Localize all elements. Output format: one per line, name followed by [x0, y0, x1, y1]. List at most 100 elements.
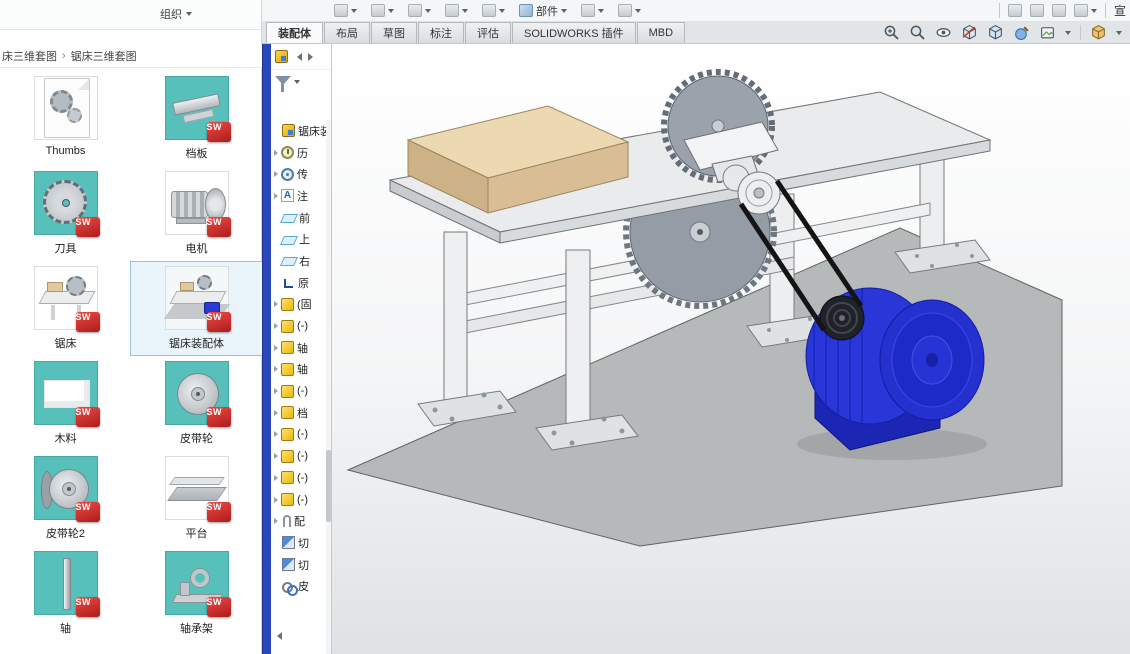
search-menu-label[interactable]: 宣 [1114, 2, 1126, 19]
toolbar-button[interactable] [482, 4, 505, 17]
toolbar-button[interactable] [334, 4, 357, 17]
expand-arrow-icon[interactable] [274, 171, 278, 177]
file-item-pingtai[interactable]: SW 平台 [131, 452, 262, 545]
expand-arrow-icon[interactable] [274, 323, 278, 329]
tree-item-belt[interactable]: 皮 [271, 575, 331, 597]
expand-arrow-icon[interactable] [274, 518, 278, 524]
file-item-muliao[interactable]: SW 木料 [0, 357, 131, 450]
explorer-scrollbar[interactable] [262, 44, 271, 654]
tree-item-annotations[interactable]: 注 [271, 185, 331, 207]
tree-item-component[interactable]: (固 [271, 294, 331, 316]
file-item-zhou[interactable]: SW 轴 [0, 547, 131, 640]
tree-scrollbar-thumb[interactable] [326, 450, 331, 522]
file-item-daoju[interactable]: SW 刀具 [0, 167, 131, 260]
pulley-thumbnail-icon: SW [165, 361, 229, 425]
tab-assembly[interactable]: 装配体 [266, 22, 323, 43]
toolbar-button[interactable] [371, 4, 394, 17]
zoom-area-icon[interactable] [883, 24, 900, 41]
tree-item-component[interactable]: (-) [271, 380, 331, 402]
expand-arrow-icon[interactable] [274, 475, 278, 481]
panel-collapse-icon[interactable] [277, 632, 282, 640]
file-item-dangban[interactable]: SW 档板 [131, 72, 262, 165]
caret-down-icon[interactable] [1065, 31, 1071, 35]
toolbar-button[interactable] [618, 4, 641, 17]
caret-down-icon [186, 12, 192, 16]
toolbar-button[interactable] [445, 4, 468, 17]
scene-icon[interactable] [1039, 24, 1056, 41]
tree-item-component[interactable]: 档 [271, 402, 331, 424]
tree-item-cut-feature[interactable]: 切 [271, 532, 331, 554]
toolbar-icon[interactable] [1052, 4, 1066, 17]
tab-layout[interactable]: 布局 [324, 22, 370, 43]
toolbar-button[interactable] [581, 4, 604, 17]
toolbar-button[interactable] [1074, 4, 1097, 17]
toolbar-icon[interactable] [1008, 4, 1022, 17]
display-style-icon[interactable] [987, 24, 1004, 41]
filter-funnel-icon[interactable] [275, 76, 291, 85]
tree-item-top-plane[interactable]: 上 [271, 228, 331, 250]
tree-root-assembly[interactable]: 锯床装 [271, 120, 331, 142]
expand-arrow-icon[interactable] [274, 366, 278, 372]
table-front-left-leg[interactable] [418, 232, 516, 426]
tree-item-component[interactable]: (-) [271, 489, 331, 511]
caret-down-icon[interactable] [294, 80, 300, 84]
chevron-right-icon[interactable] [308, 53, 313, 61]
tree-item-component[interactable]: (-) [271, 424, 331, 446]
tree-item-component[interactable]: (-) [271, 445, 331, 467]
file-item-pidailun[interactable]: SW 皮带轮 [131, 357, 262, 450]
toolbar-button[interactable] [408, 4, 431, 17]
component-menu-button[interactable]: 部件 [519, 3, 567, 19]
breadcrumb-parent[interactable]: 床三维套图 [2, 48, 57, 64]
file-item-assembly-selected[interactable]: SW 锯床装配体 [131, 262, 262, 355]
tree-item-origin[interactable]: 原 [271, 272, 331, 294]
tree-item-component[interactable]: (-) [271, 315, 331, 337]
toolbar-icon [408, 4, 422, 17]
file-item-label: 锯床装配体 [131, 335, 262, 351]
expand-arrow-icon[interactable] [274, 497, 278, 503]
tree-item-component[interactable]: 轴 [271, 359, 331, 381]
tree-item-component[interactable]: (-) [271, 467, 331, 489]
tree-item-right-plane[interactable]: 右 [271, 250, 331, 272]
expand-arrow-icon[interactable] [274, 410, 278, 416]
expand-arrow-icon[interactable] [274, 345, 278, 351]
chevron-left-icon[interactable] [297, 53, 302, 61]
zoom-fit-icon[interactable] [909, 24, 926, 41]
expand-arrow-icon[interactable] [274, 301, 278, 307]
tree-item-mates[interactable]: 配 [271, 510, 331, 532]
file-item-pidailun2[interactable]: SW 皮带轮2 [0, 452, 131, 545]
organize-label: 组织 [160, 6, 182, 22]
tab-evaluate[interactable]: 评估 [465, 22, 511, 43]
tab-mbd[interactable]: MBD [637, 22, 685, 43]
section-view-icon[interactable] [961, 24, 978, 41]
tab-sketch[interactable]: 草图 [371, 22, 417, 43]
caret-down-icon[interactable] [1116, 31, 1122, 35]
expand-arrow-icon[interactable] [274, 453, 278, 459]
expand-arrow-icon[interactable] [274, 431, 278, 437]
organize-button[interactable]: 组织 [160, 6, 192, 22]
tree-item-front-plane[interactable]: 前 [271, 207, 331, 229]
graphics-viewport[interactable] [332, 44, 1130, 654]
tree-item-component[interactable]: 轴 [271, 337, 331, 359]
expand-arrow-icon[interactable] [274, 388, 278, 394]
cut-feature-icon [282, 536, 295, 549]
view-cube-icon[interactable] [1090, 24, 1107, 41]
tree-item-sensors[interactable]: 传 [271, 163, 331, 185]
expand-arrow-icon[interactable] [274, 150, 278, 156]
toolbar-icon[interactable] [1030, 4, 1044, 17]
file-item-thumbs[interactable]: Thumbs [0, 72, 131, 165]
file-item-dianji[interactable]: SW 电机 [131, 167, 262, 260]
appearance-icon[interactable] [1013, 24, 1030, 41]
tree-item-cut-feature[interactable]: 切 [271, 554, 331, 576]
feature-manager-tab-icon[interactable] [275, 50, 288, 63]
expand-arrow-icon[interactable] [274, 193, 278, 199]
file-item-zhouchengjia[interactable]: SW 轴承架 [131, 547, 262, 640]
breadcrumb-current[interactable]: 锯床三维套图 [71, 48, 137, 64]
tab-addins[interactable]: SOLIDWORKS 插件 [512, 22, 636, 43]
file-item-juchuang[interactable]: SW 锯床 [0, 262, 131, 355]
tree-item-history[interactable]: 历 [271, 142, 331, 164]
breadcrumb: 床三维套图 › 锯床三维套图 [0, 44, 262, 68]
tab-annotate[interactable]: 标注 [418, 22, 464, 43]
tree-scrollbar[interactable] [326, 120, 331, 654]
caret-down-icon [388, 9, 394, 13]
hide-show-eye-icon[interactable] [935, 24, 952, 41]
